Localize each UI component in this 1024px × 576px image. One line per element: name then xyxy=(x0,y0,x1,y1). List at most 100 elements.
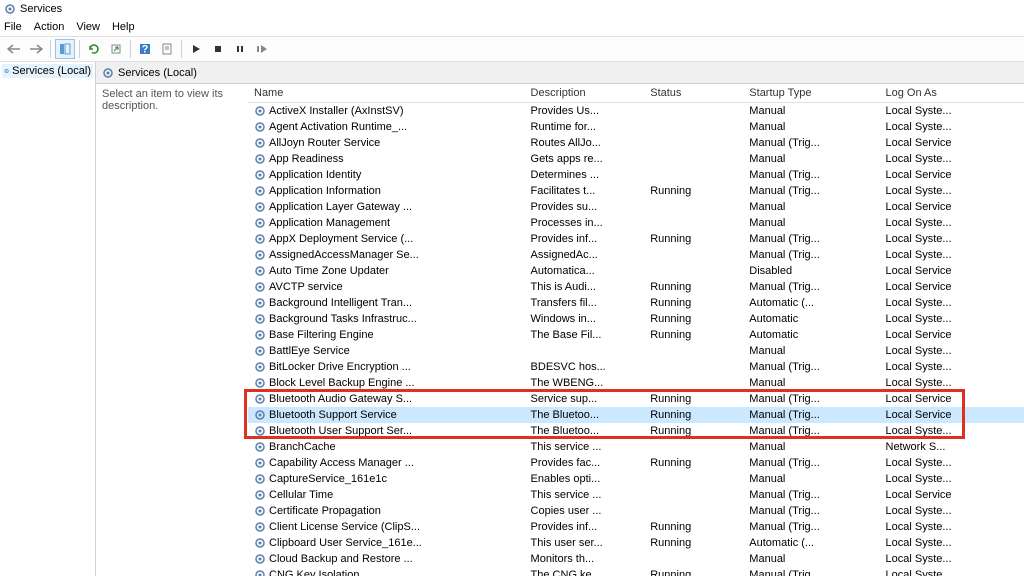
service-row[interactable]: Base Filtering EngineThe Base Fil...Runn… xyxy=(248,327,1024,343)
stop-service-button[interactable] xyxy=(208,39,228,59)
service-row[interactable]: AVCTP serviceThis is Audi...RunningManua… xyxy=(248,279,1024,295)
service-row[interactable]: Application IdentityDetermines ...Manual… xyxy=(248,167,1024,183)
cell-status xyxy=(644,439,743,455)
service-row[interactable]: Block Level Backup Engine ...The WBENG..… xyxy=(248,375,1024,391)
cell-startup: Automatic xyxy=(743,327,879,343)
service-row[interactable]: Application ManagementProcesses in...Man… xyxy=(248,215,1024,231)
services-list[interactable]: Name Description Status Startup Type Log… xyxy=(248,84,1024,576)
cell-logon: Local Syste... xyxy=(880,455,1024,471)
cell-status: Running xyxy=(644,407,743,423)
cell-status: Running xyxy=(644,183,743,199)
cell-description: Facilitates t... xyxy=(525,183,645,199)
cell-logon: Local Syste... xyxy=(880,535,1024,551)
cell-startup: Manual (Trig... xyxy=(743,503,879,519)
cell-status: Running xyxy=(644,231,743,247)
menu-view[interactable]: View xyxy=(76,21,100,33)
restart-service-button[interactable] xyxy=(252,39,272,59)
cell-status xyxy=(644,551,743,567)
pause-service-button[interactable] xyxy=(230,39,250,59)
cell-status: Running xyxy=(644,519,743,535)
cell-logon: Local Syste... xyxy=(880,567,1024,576)
cell-name: ActiveX Installer (AxInstSV) xyxy=(248,103,525,120)
service-row[interactable]: App ReadinessGets apps re...ManualLocal … xyxy=(248,151,1024,167)
cell-logon: Local Service xyxy=(880,199,1024,215)
cell-name: Client License Service (ClipS... xyxy=(248,519,525,535)
service-row[interactable]: Background Intelligent Tran...Transfers … xyxy=(248,295,1024,311)
menubar: File Action View Help xyxy=(0,18,1024,36)
menu-file[interactable]: File xyxy=(4,21,22,33)
forward-button[interactable] xyxy=(26,39,46,59)
cell-logon: Local Syste... xyxy=(880,423,1024,439)
service-row[interactable]: Certificate PropagationCopies user ...Ma… xyxy=(248,503,1024,519)
cell-startup: Manual (Trig... xyxy=(743,135,879,151)
window-title: Services xyxy=(20,3,62,15)
cell-logon: Local Service xyxy=(880,279,1024,295)
service-row[interactable]: Capability Access Manager ...Provides fa… xyxy=(248,455,1024,471)
service-row[interactable]: Bluetooth User Support Ser...The Bluetoo… xyxy=(248,423,1024,439)
cell-description: The WBENG... xyxy=(525,375,645,391)
cell-logon: Local Syste... xyxy=(880,295,1024,311)
cell-name: AppX Deployment Service (... xyxy=(248,231,525,247)
service-row[interactable]: AssignedAccessManager Se...AssignedAc...… xyxy=(248,247,1024,263)
column-status[interactable]: Status xyxy=(644,84,743,103)
cell-startup: Manual (Trig... xyxy=(743,391,879,407)
service-row[interactable]: Bluetooth Support ServiceThe Bluetoo...R… xyxy=(248,407,1024,423)
service-row[interactable]: Background Tasks Infrastruc...Windows in… xyxy=(248,311,1024,327)
refresh-button[interactable] xyxy=(84,39,104,59)
service-row[interactable]: BattlEye ServiceManualLocal Syste... xyxy=(248,343,1024,359)
cell-status: Running xyxy=(644,295,743,311)
cell-logon: Local Syste... xyxy=(880,247,1024,263)
cell-description: The Bluetoo... xyxy=(525,423,645,439)
cell-status: Running xyxy=(644,391,743,407)
service-row[interactable]: Cellular TimeThis service ...Manual (Tri… xyxy=(248,487,1024,503)
cell-logon: Network S... xyxy=(880,439,1024,455)
service-row[interactable]: Cloud Backup and Restore ...Monitors th.… xyxy=(248,551,1024,567)
help-button[interactable]: ? xyxy=(135,39,155,59)
service-row[interactable]: BranchCacheThis service ...ManualNetwork… xyxy=(248,439,1024,455)
service-row[interactable]: BitLocker Drive Encryption ...BDESVC hos… xyxy=(248,359,1024,375)
cell-startup: Manual (Trig... xyxy=(743,183,879,199)
description-pane: Select an item to view its description. xyxy=(96,84,248,576)
menu-help[interactable]: Help xyxy=(112,21,135,33)
menu-action[interactable]: Action xyxy=(34,21,65,33)
properties-button[interactable] xyxy=(157,39,177,59)
service-row[interactable]: Auto Time Zone UpdaterAutomatica...Disab… xyxy=(248,263,1024,279)
column-startup[interactable]: Startup Type xyxy=(743,84,879,103)
cell-logon: Local Syste... xyxy=(880,343,1024,359)
cell-description: Windows in... xyxy=(525,311,645,327)
service-row[interactable]: CNG Key IsolationThe CNG ke...RunningMan… xyxy=(248,567,1024,576)
show-hide-tree-button[interactable] xyxy=(55,39,75,59)
cell-status: Running xyxy=(644,535,743,551)
back-button[interactable] xyxy=(4,39,24,59)
cell-logon: Local Syste... xyxy=(880,151,1024,167)
column-description[interactable]: Description xyxy=(525,84,645,103)
tree-item-label: Services (Local) xyxy=(12,65,91,77)
service-row[interactable]: ActiveX Installer (AxInstSV)Provides Us.… xyxy=(248,103,1024,120)
service-row[interactable]: CaptureService_161e1cEnables opti...Manu… xyxy=(248,471,1024,487)
cell-status xyxy=(644,487,743,503)
cell-name: Bluetooth Support Service xyxy=(248,407,525,423)
service-row[interactable]: AllJoyn Router ServiceRoutes AllJo...Man… xyxy=(248,135,1024,151)
tree-item-services-local[interactable]: Services (Local) xyxy=(2,64,93,78)
service-row[interactable]: Application Layer Gateway ...Provides su… xyxy=(248,199,1024,215)
cell-logon: Local Syste... xyxy=(880,503,1024,519)
column-logon[interactable]: Log On As xyxy=(880,84,1024,103)
cell-startup: Manual (Trig... xyxy=(743,247,879,263)
gear-icon xyxy=(102,67,114,79)
cell-startup: Manual xyxy=(743,199,879,215)
service-row[interactable]: Clipboard User Service_161e...This user … xyxy=(248,535,1024,551)
export-list-button[interactable] xyxy=(106,39,126,59)
service-row[interactable]: AppX Deployment Service (...Provides inf… xyxy=(248,231,1024,247)
cell-name: Base Filtering Engine xyxy=(248,327,525,343)
service-row[interactable]: Client License Service (ClipS...Provides… xyxy=(248,519,1024,535)
cell-name: Clipboard User Service_161e... xyxy=(248,535,525,551)
column-name[interactable]: Name xyxy=(248,84,525,103)
cell-description: Runtime for... xyxy=(525,119,645,135)
service-row[interactable]: Agent Activation Runtime_...Runtime for.… xyxy=(248,119,1024,135)
service-row[interactable]: Bluetooth Audio Gateway S...Service sup.… xyxy=(248,391,1024,407)
service-row[interactable]: Application InformationFacilitates t...R… xyxy=(248,183,1024,199)
cell-status xyxy=(644,375,743,391)
start-service-button[interactable] xyxy=(186,39,206,59)
cell-name: Certificate Propagation xyxy=(248,503,525,519)
cell-startup: Manual (Trig... xyxy=(743,167,879,183)
